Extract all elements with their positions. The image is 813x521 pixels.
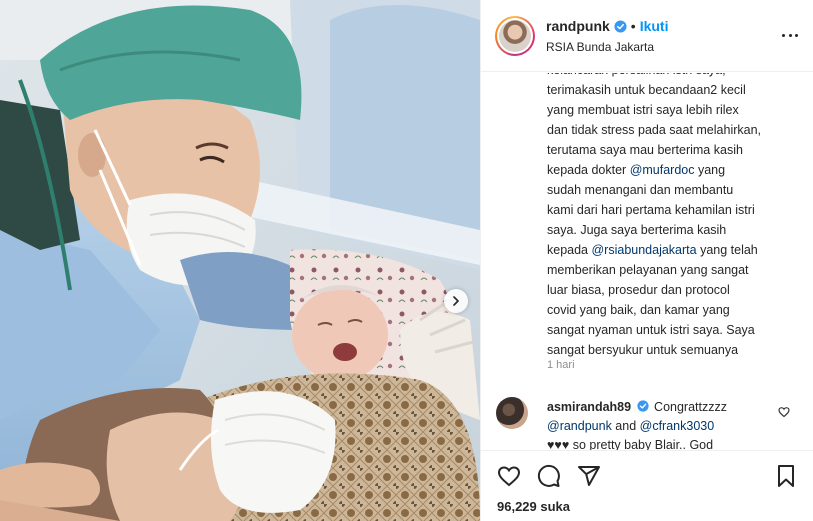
avatar-image bbox=[499, 20, 531, 52]
post-sidebar: randpunk • Ikuti RSIA Bunda Jakarta kela… bbox=[480, 0, 813, 521]
post-actions-bar: 96,229 suka bbox=[481, 450, 813, 521]
post-header: randpunk • Ikuti RSIA Bunda Jakarta bbox=[481, 0, 813, 72]
comment-body: Congrattzzzz bbox=[654, 400, 727, 414]
comment-icon[interactable] bbox=[537, 464, 561, 488]
more-dot bbox=[782, 33, 785, 37]
profile-avatar[interactable] bbox=[495, 16, 535, 56]
commenter-username[interactable]: asmirandah89 bbox=[547, 400, 631, 414]
avatar-frame bbox=[497, 18, 533, 54]
separator-dot: • bbox=[630, 18, 636, 34]
mention-link[interactable]: @randpunk bbox=[547, 419, 612, 433]
verified-badge-icon bbox=[636, 400, 649, 412]
newborn-photo bbox=[0, 0, 480, 521]
comment-body: and bbox=[611, 419, 640, 433]
instagram-post: randpunk • Ikuti RSIA Bunda Jakarta kela… bbox=[0, 0, 813, 521]
caption-text: yang telah memberikan pelayanan yang san… bbox=[547, 243, 758, 357]
chevron-right-icon bbox=[453, 296, 459, 306]
commenter-avatar[interactable] bbox=[496, 397, 528, 429]
more-dot bbox=[788, 33, 792, 37]
bookmark-icon[interactable] bbox=[774, 464, 798, 488]
post-photo[interactable] bbox=[0, 0, 480, 521]
post-timestamp[interactable]: 1 hari bbox=[547, 359, 575, 371]
verified-badge-icon bbox=[614, 19, 627, 33]
post-caption: kelancaran persalinan istri saya, terima… bbox=[547, 73, 762, 360]
follow-button[interactable]: Ikuti bbox=[640, 18, 669, 34]
more-options-icon[interactable] bbox=[782, 27, 798, 43]
next-photo-button[interactable] bbox=[444, 289, 468, 313]
caption-text: kelancaran persalinan istri saya, terima… bbox=[547, 73, 762, 177]
mention-link[interactable]: @rsiabundajakarta bbox=[591, 243, 696, 257]
comment-text: asmirandah89 Congrattzzzz @randpunk and … bbox=[547, 398, 762, 450]
username-link[interactable]: randpunk bbox=[546, 18, 610, 34]
more-dot bbox=[795, 33, 798, 37]
comment-body: ♥♥♥ so pretty baby Blair.. God bbox=[547, 438, 714, 450]
likes-count[interactable]: 96,229 suka bbox=[497, 499, 570, 514]
comment-item: asmirandah89 Congrattzzzz @randpunk and … bbox=[481, 378, 813, 450]
mention-link[interactable]: @mufardoc bbox=[630, 163, 695, 177]
comment-like-heart-icon[interactable] bbox=[778, 406, 790, 418]
share-icon[interactable] bbox=[577, 464, 601, 488]
mention-link[interactable]: @cfrank3030 bbox=[640, 419, 715, 433]
heart-icon[interactable] bbox=[497, 464, 521, 488]
caption-scroll-area[interactable]: kelancaran persalinan istri saya, terima… bbox=[481, 73, 813, 378]
header-user-line: randpunk • Ikuti bbox=[546, 18, 668, 34]
location-link[interactable]: RSIA Bunda Jakarta bbox=[546, 40, 654, 54]
